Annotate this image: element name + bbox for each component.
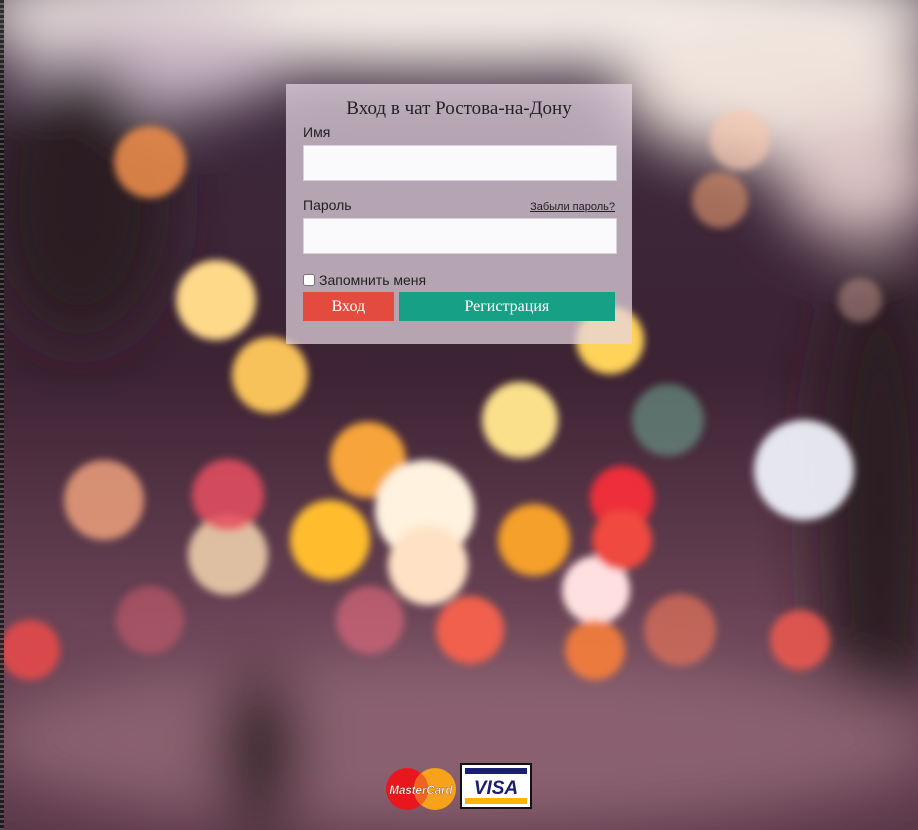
login-panel: Вход в чат Ростова-на-Дону Имя Пароль За… <box>286 84 632 344</box>
visa-logo: VISA <box>460 763 532 809</box>
page-background: Вход в чат Ростова-на-Дону Имя Пароль За… <box>0 0 918 830</box>
login-button[interactable]: Вход <box>303 292 394 321</box>
name-input[interactable] <box>303 145 617 181</box>
svg-text:VISA: VISA <box>474 778 518 799</box>
password-label: Пароль <box>303 197 352 213</box>
register-button[interactable]: Регистрация <box>398 292 615 321</box>
remember-me-row: Запомнить меня <box>303 271 615 289</box>
forgot-password-link[interactable]: Забыли пароль? <box>530 201 615 213</box>
remember-me-checkbox[interactable] <box>303 274 315 286</box>
name-label-row: Имя <box>303 124 615 142</box>
password-label-row: Пароль Забыли пароль? <box>303 197 615 215</box>
remember-me-label[interactable]: Запомнить меня <box>319 272 426 288</box>
button-row: Вход Регистрация <box>303 292 615 321</box>
svg-text:MasterCard: MasterCard <box>389 785 453 797</box>
password-input[interactable] <box>303 218 617 254</box>
payment-logos: MasterCard VISA <box>384 762 534 812</box>
mastercard-logo: MasterCard <box>386 768 456 810</box>
name-label: Имя <box>303 124 331 140</box>
login-title: Вход в чат Ростова-на-Дону <box>346 98 572 119</box>
window-left-edge <box>0 0 4 830</box>
